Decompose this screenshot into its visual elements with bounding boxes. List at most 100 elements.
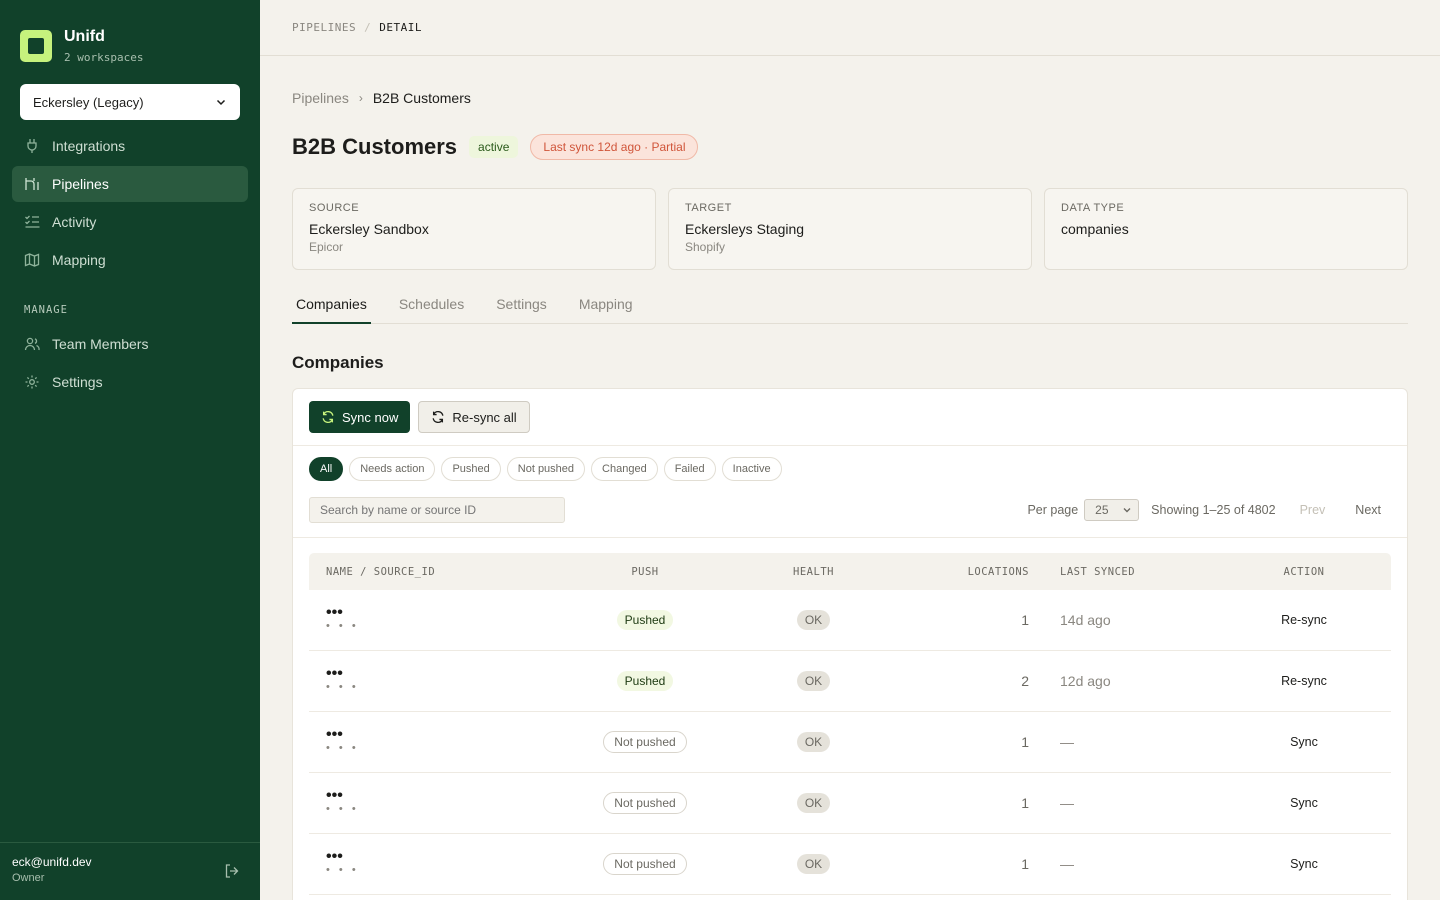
filter-not-pushed[interactable]: Not pushed <box>506 457 586 481</box>
locations-count: 1 <box>1021 612 1029 628</box>
last-synced: — <box>1060 856 1074 872</box>
company-source-id: • • • <box>326 742 359 754</box>
logo-icon <box>20 30 52 62</box>
tab-companies[interactable]: Companies <box>292 286 371 324</box>
plug-icon <box>24 138 40 154</box>
main-content: PIPELINES / DETAIL Pipelines › B2B Custo… <box>260 0 1440 900</box>
col-header-health: HEALTH <box>793 565 834 578</box>
push-status: Not pushed <box>603 792 687 814</box>
health-status: OK <box>796 732 831 752</box>
company-name: ••• <box>326 665 343 682</box>
table-row: ••• • • • Not pushed OK 1 — Sync <box>309 834 1391 895</box>
sidebar-item-activity[interactable]: Activity <box>12 204 248 240</box>
sidebar-item-label: Settings <box>52 374 103 390</box>
table-row: ••• • • • Pushed OK 2 12d ago Re-sync <box>309 651 1391 712</box>
next-button[interactable]: Next <box>1355 503 1381 517</box>
filter-chips: All Needs action Pushed Not pushed Chang… <box>309 457 782 481</box>
row-action-button[interactable]: Sync <box>1217 796 1391 810</box>
sidebar-item-pipelines[interactable]: Pipelines <box>12 166 248 202</box>
locations-count: 1 <box>1021 856 1029 872</box>
users-icon <box>24 336 40 352</box>
source-card-sub: Epicor <box>309 240 344 254</box>
title-row: B2B Customers active Last sync 12d ago ·… <box>292 134 699 160</box>
col-header-last-synced: LAST SYNCED <box>1060 565 1136 578</box>
tab-settings[interactable]: Settings <box>492 286 551 324</box>
top-crumb-pipelines[interactable]: PIPELINES <box>292 21 356 34</box>
showing-count: Showing 1–25 of 4802 <box>1151 503 1276 517</box>
target-card-value: Eckersleys Staging <box>685 221 805 237</box>
user-email: eck@unifd.dev <box>12 855 92 869</box>
table-row: ••• • • • Not pushed OK 1 — Sync <box>309 712 1391 773</box>
data-type-card-value: companies <box>1061 221 1129 237</box>
pagination: Per page 25 Showing 1–25 of 4802 Prev Ne… <box>1027 499 1381 521</box>
sidebar-item-mapping[interactable]: Mapping <box>12 242 248 278</box>
push-status: Not pushed <box>603 853 687 875</box>
sidebar-item-label: Pipelines <box>52 176 109 192</box>
locations-count: 1 <box>1021 795 1029 811</box>
tab-schedules[interactable]: Schedules <box>395 286 468 324</box>
sidebar-item-label: Activity <box>52 214 97 230</box>
table-header: NAME / SOURCE_ID PUSH HEALTH LOCATIONS L… <box>309 553 1391 590</box>
filter-pushed[interactable]: Pushed <box>441 457 501 481</box>
health-status: OK <box>796 610 831 630</box>
brand: Unifd 2 workspaces <box>20 28 143 64</box>
toolbar: Sync now Re-sync all <box>293 389 1407 446</box>
tab-bar: Companies Schedules Settings Mapping <box>292 286 1408 324</box>
company-name: ••• <box>326 726 343 743</box>
sidebar-item-integrations[interactable]: Integrations <box>12 128 248 164</box>
workspace-select-value: Eckersley (Legacy) <box>33 94 144 110</box>
last-synced: — <box>1060 795 1074 811</box>
sidebar-item-team-members[interactable]: Team Members <box>12 326 248 362</box>
last-synced: 12d ago <box>1060 673 1111 689</box>
tab-mapping[interactable]: Mapping <box>575 286 637 324</box>
row-action-button[interactable]: Re-sync <box>1217 613 1391 627</box>
filter-inactive[interactable]: Inactive <box>721 457 782 481</box>
refresh-icon <box>432 410 444 424</box>
breadcrumb-pipelines-link[interactable]: Pipelines <box>292 90 349 106</box>
brand-name: Unifd <box>64 28 105 45</box>
last-sync-badge: Last sync 12d ago · Partial <box>530 134 699 160</box>
data-type-card-label: DATA TYPE <box>1061 202 1125 214</box>
status-badge: active <box>469 136 519 158</box>
workspace-select[interactable]: Eckersley (Legacy) <box>20 84 240 120</box>
top-breadcrumb: PIPELINES / DETAIL <box>260 0 1440 56</box>
search-input[interactable] <box>309 497 565 523</box>
col-header-locations: LOCATIONS <box>967 565 1029 578</box>
company-source-id: • • • <box>326 620 359 632</box>
per-page-select[interactable]: 25 <box>1084 499 1140 521</box>
company-name: ••• <box>326 848 343 865</box>
pipeline-icon <box>24 176 40 192</box>
user-role: Owner <box>12 872 45 884</box>
last-synced: — <box>1060 734 1074 750</box>
logout-icon[interactable] <box>224 863 240 879</box>
target-card-label: TARGET <box>685 202 732 214</box>
filter-all[interactable]: All <box>309 457 344 481</box>
filter-failed[interactable]: Failed <box>663 457 716 481</box>
resync-all-button[interactable]: Re-sync all <box>418 401 530 433</box>
filter-needs-action[interactable]: Needs action <box>349 457 436 481</box>
sidebar-item-label: Integrations <box>52 138 126 154</box>
workspace-count: 2 workspaces <box>64 51 144 64</box>
sidebar-item-label: Team Members <box>52 336 149 352</box>
chevron-right-icon: › <box>358 91 363 105</box>
top-crumb-separator: / <box>364 21 372 34</box>
target-card-sub: Shopify <box>685 240 726 254</box>
prev-button[interactable]: Prev <box>1300 503 1326 517</box>
divider <box>293 537 1407 538</box>
chevron-down-icon <box>216 99 226 106</box>
company-name: ••• <box>326 787 343 804</box>
per-page-value: 25 <box>1095 503 1109 517</box>
health-status: OK <box>796 854 831 874</box>
sidebar-item-settings[interactable]: Settings <box>12 364 248 400</box>
sidebar-item-label: Mapping <box>52 252 106 268</box>
row-action-button[interactable]: Re-sync <box>1217 674 1391 688</box>
sync-now-label: Sync now <box>342 409 399 425</box>
sync-now-button[interactable]: Sync now <box>309 401 411 433</box>
data-type-card: DATA TYPE companies <box>1044 188 1408 270</box>
push-status: Pushed <box>616 610 674 630</box>
col-header-push: PUSH <box>631 565 659 578</box>
manage-nav: Team Members Settings <box>12 326 248 402</box>
row-action-button[interactable]: Sync <box>1217 857 1391 871</box>
filter-changed[interactable]: Changed <box>591 457 658 481</box>
row-action-button[interactable]: Sync <box>1217 735 1391 749</box>
